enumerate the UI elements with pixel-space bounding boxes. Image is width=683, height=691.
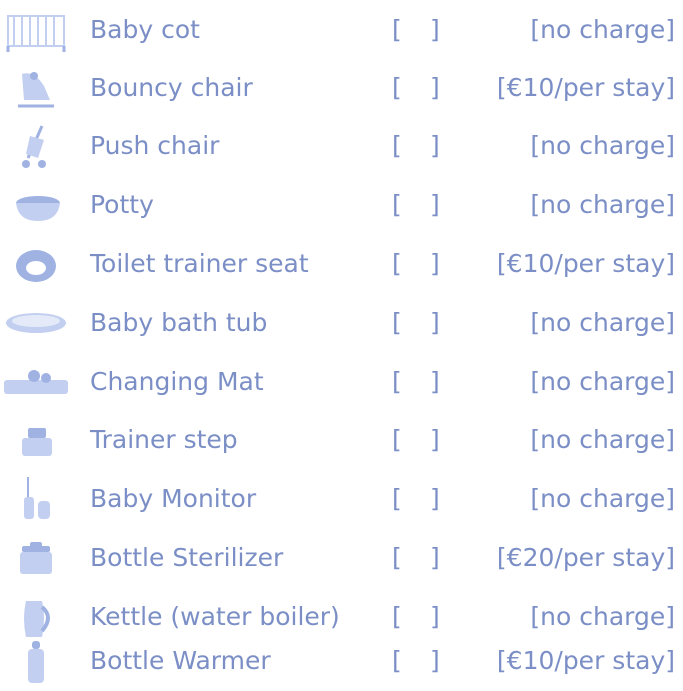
- checkbox-left-bracket: [: [392, 131, 402, 160]
- checkbox-right-bracket: ]: [430, 131, 440, 160]
- potty-icon: [4, 183, 68, 229]
- bouncy-chair-icon: [4, 66, 68, 112]
- list-item: Changing Mat [ ] [no charge]: [0, 354, 683, 412]
- checkbox[interactable]: [ ]: [392, 12, 444, 48]
- list-item: Baby bath tub [ ] [no charge]: [0, 295, 683, 353]
- item-name: Changing Mat: [90, 367, 264, 396]
- trainer-step-icon: [4, 418, 68, 464]
- list-item: Baby cot [ ] [no charge]: [0, 2, 683, 60]
- list-item: Toilet trainer seat [ ] [€10/per stay]: [0, 236, 683, 294]
- baby-cot-icon: [4, 8, 68, 54]
- item-charge: [no charge]: [530, 15, 675, 44]
- list-item: Bottle Warmer [ ] [€10/per stay]: [0, 633, 683, 691]
- checkbox[interactable]: [ ]: [392, 422, 444, 458]
- checkbox[interactable]: [ ]: [392, 305, 444, 341]
- item-name: Bottle Warmer: [90, 646, 271, 675]
- list-item: Push chair [ ] [no charge]: [0, 118, 683, 176]
- item-name: Trainer step: [90, 425, 238, 454]
- checkbox[interactable]: [ ]: [392, 599, 444, 635]
- list-item: Bouncy chair [ ] [€10/per stay]: [0, 60, 683, 118]
- baby-equipment-list: Baby cot [ ] [no charge] Bouncy chair [ …: [0, 0, 683, 691]
- checkbox-right-bracket: ]: [430, 646, 440, 675]
- item-name: Baby cot: [90, 15, 200, 44]
- item-name: Bottle Sterilizer: [90, 543, 284, 572]
- checkbox-left-bracket: [: [392, 190, 402, 219]
- item-charge: [€10/per stay]: [496, 646, 675, 675]
- list-item: Baby Monitor [ ] [no charge]: [0, 471, 683, 529]
- checkbox-left-bracket: [: [392, 367, 402, 396]
- checkbox-right-bracket: ]: [430, 367, 440, 396]
- checkbox[interactable]: [ ]: [392, 70, 444, 106]
- item-charge: [no charge]: [530, 425, 675, 454]
- baby-bath-tub-icon: [4, 301, 68, 347]
- checkbox-left-bracket: [: [392, 249, 402, 278]
- checkbox-right-bracket: ]: [430, 425, 440, 454]
- checkbox[interactable]: [ ]: [392, 364, 444, 400]
- push-chair-icon: [4, 124, 68, 170]
- checkbox-left-bracket: [: [392, 15, 402, 44]
- item-charge: [no charge]: [530, 602, 675, 631]
- checkbox[interactable]: [ ]: [392, 187, 444, 223]
- item-name: Kettle (water boiler): [90, 602, 340, 631]
- item-charge: [no charge]: [530, 308, 675, 337]
- bottle-sterilizer-icon: [4, 536, 68, 582]
- checkbox-left-bracket: [: [392, 543, 402, 572]
- toilet-trainer-seat-icon: [4, 242, 68, 288]
- item-charge: [€20/per stay]: [496, 543, 675, 572]
- baby-monitor-icon: [4, 477, 68, 523]
- checkbox[interactable]: [ ]: [392, 481, 444, 517]
- checkbox[interactable]: [ ]: [392, 540, 444, 576]
- checkbox-right-bracket: ]: [430, 249, 440, 278]
- item-name: Baby bath tub: [90, 308, 268, 337]
- checkbox[interactable]: [ ]: [392, 128, 444, 164]
- item-charge: [no charge]: [530, 367, 675, 396]
- item-name: Bouncy chair: [90, 73, 253, 102]
- checkbox-left-bracket: [: [392, 73, 402, 102]
- bottle-warmer-icon: [4, 639, 68, 685]
- checkbox-right-bracket: ]: [430, 73, 440, 102]
- checkbox[interactable]: [ ]: [392, 643, 444, 679]
- item-name: Push chair: [90, 131, 220, 160]
- checkbox-right-bracket: ]: [430, 308, 440, 337]
- checkbox[interactable]: [ ]: [392, 246, 444, 282]
- changing-mat-icon: [4, 360, 68, 406]
- item-charge: [no charge]: [530, 190, 675, 219]
- checkbox-left-bracket: [: [392, 425, 402, 454]
- list-item: Bottle Sterilizer [ ] [€20/per stay]: [0, 530, 683, 588]
- checkbox-right-bracket: ]: [430, 15, 440, 44]
- item-charge: [no charge]: [530, 484, 675, 513]
- list-item: Trainer step [ ] [no charge]: [0, 412, 683, 470]
- checkbox-left-bracket: [: [392, 646, 402, 675]
- list-item: Potty [ ] [no charge]: [0, 177, 683, 235]
- item-charge: [€10/per stay]: [496, 73, 675, 102]
- checkbox-left-bracket: [: [392, 308, 402, 337]
- checkbox-left-bracket: [: [392, 602, 402, 631]
- item-name: Baby Monitor: [90, 484, 257, 513]
- checkbox-left-bracket: [: [392, 484, 402, 513]
- item-name: Potty: [90, 190, 154, 219]
- checkbox-right-bracket: ]: [430, 543, 440, 572]
- item-charge: [€10/per stay]: [496, 249, 675, 278]
- checkbox-right-bracket: ]: [430, 602, 440, 631]
- checkbox-right-bracket: ]: [430, 484, 440, 513]
- checkbox-right-bracket: ]: [430, 190, 440, 219]
- item-name: Toilet trainer seat: [90, 249, 309, 278]
- item-charge: [no charge]: [530, 131, 675, 160]
